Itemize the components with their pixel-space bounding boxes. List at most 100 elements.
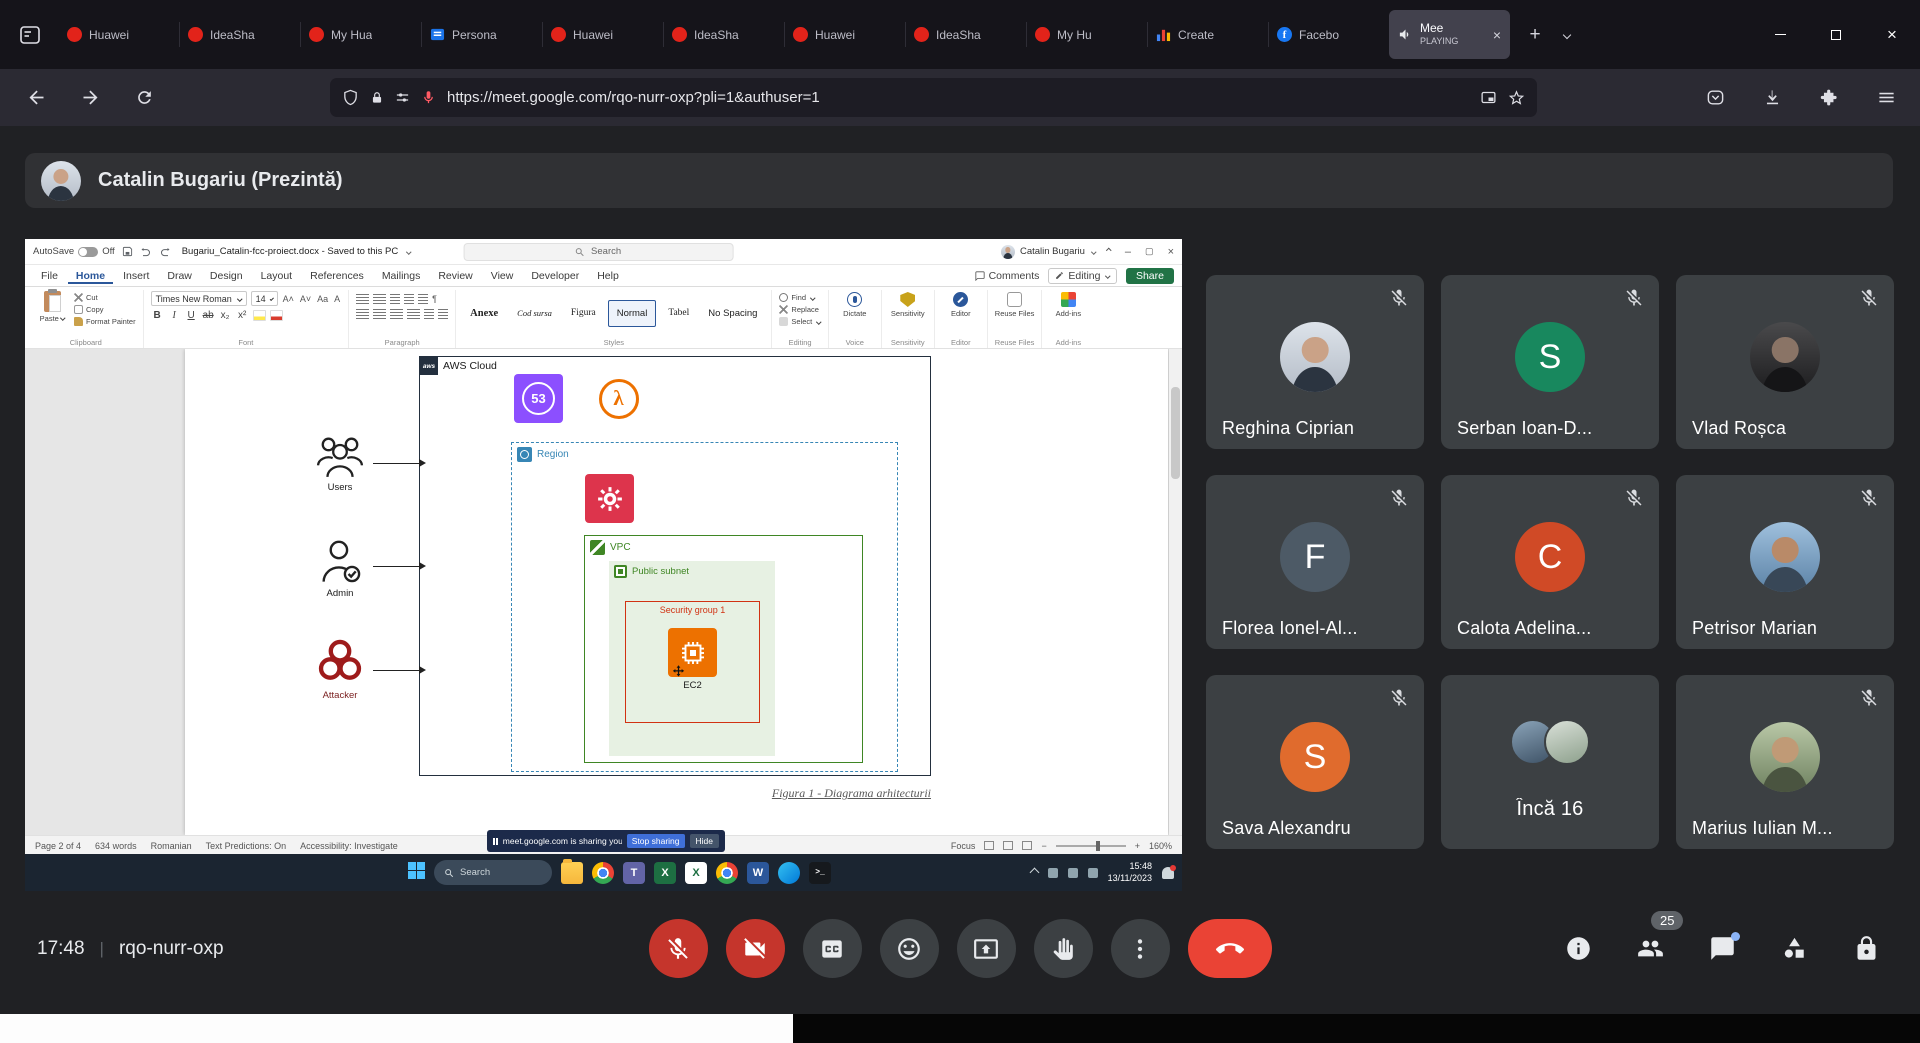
- chrome-icon[interactable]: [716, 862, 738, 884]
- menu-hamburger-icon[interactable]: [1866, 77, 1906, 117]
- zoom-in-button[interactable]: +: [1135, 841, 1140, 851]
- read-mode-icon[interactable]: [984, 841, 994, 850]
- permissions-icon[interactable]: [395, 90, 410, 105]
- end-call-button[interactable]: [1188, 919, 1272, 978]
- lock-icon[interactable]: [370, 91, 384, 105]
- addins-button[interactable]: Add-ins: [1049, 291, 1087, 335]
- redo-icon[interactable]: [159, 246, 171, 258]
- style-figura[interactable]: Figura: [564, 300, 603, 326]
- tray-expand-icon[interactable]: [1029, 868, 1039, 878]
- change-case-button[interactable]: Aa: [316, 294, 329, 304]
- style-no-spacing[interactable]: No Spacing: [701, 300, 764, 327]
- participant-tile[interactable]: C Calota Adelina...: [1441, 475, 1659, 649]
- document-scrollbar[interactable]: [1169, 349, 1182, 835]
- ribbon-tab-help[interactable]: Help: [589, 268, 627, 284]
- accessibility-status[interactable]: Accessibility: Investigate: [300, 841, 398, 851]
- browser-tab[interactable]: Huawei: [58, 10, 179, 59]
- word-minimize-button[interactable]: –: [1125, 246, 1131, 258]
- clear-formatting-button[interactable]: A: [333, 294, 341, 304]
- browser-tab[interactable]: fFacebo: [1268, 10, 1389, 59]
- new-tab-button[interactable]: +: [1518, 18, 1552, 52]
- browser-tab[interactable]: Huawei: [784, 10, 905, 59]
- autosave-toggle[interactable]: AutoSaveOff: [33, 246, 115, 257]
- window-close-button[interactable]: ×: [1864, 0, 1920, 69]
- picture-in-picture-icon[interactable]: [1480, 89, 1497, 106]
- url-bar[interactable]: https://meet.google.com/rqo-nurr-oxp?pli…: [330, 78, 1537, 117]
- reactions-button[interactable]: [880, 919, 939, 978]
- terminal-icon[interactable]: >_: [809, 862, 831, 884]
- window-restore-button[interactable]: [1808, 0, 1864, 69]
- multilevel-list-icon[interactable]: [390, 294, 400, 304]
- numbering-icon[interactable]: [373, 294, 386, 304]
- ribbon-tab-view[interactable]: View: [483, 268, 522, 284]
- participant-tile[interactable]: Marius Iulian M...: [1676, 675, 1894, 849]
- chrome-icon[interactable]: [592, 862, 614, 884]
- dictate-button[interactable]: Dictate: [836, 291, 874, 335]
- sensitivity-button[interactable]: Sensitivity: [889, 291, 927, 335]
- back-button[interactable]: [16, 77, 56, 117]
- comments-button[interactable]: Comments: [975, 270, 1040, 282]
- pilcrow-button[interactable]: ¶: [432, 294, 437, 304]
- ribbon-tab-file[interactable]: File: [33, 268, 66, 284]
- ribbon-tab-insert[interactable]: Insert: [115, 268, 157, 284]
- chat-panel-button[interactable]: [1709, 935, 1736, 962]
- notification-bell-icon[interactable]: [1162, 867, 1174, 879]
- align-center-icon[interactable]: [373, 309, 386, 319]
- file-explorer-icon[interactable]: [561, 862, 583, 884]
- line-spacing-icon[interactable]: [424, 309, 434, 319]
- style-normal-selected[interactable]: Normal: [608, 300, 657, 327]
- style-cod-sursa[interactable]: Cod sursa: [510, 300, 559, 326]
- reload-button[interactable]: [124, 77, 164, 117]
- browser-tab[interactable]: IdeaSha: [905, 10, 1026, 59]
- bold-button[interactable]: B: [151, 310, 164, 321]
- superscript-button[interactable]: x²: [236, 310, 249, 321]
- word-icon[interactable]: W: [747, 862, 769, 884]
- paste-button[interactable]: Paste: [36, 291, 68, 335]
- text-predictions[interactable]: Text Predictions: On: [206, 841, 287, 851]
- zoom-out-button[interactable]: −: [1041, 841, 1046, 851]
- participant-tile[interactable]: Petrisor Marian: [1676, 475, 1894, 649]
- windows-start-button[interactable]: [408, 862, 425, 884]
- align-right-icon[interactable]: [390, 309, 403, 319]
- shared-screen[interactable]: AutoSaveOff Bugariu_Catalin-fcc-proiect.…: [25, 239, 1182, 891]
- decrease-indent-icon[interactable]: [404, 294, 414, 304]
- ribbon-tab-developer[interactable]: Developer: [523, 268, 587, 284]
- ribbon-tab-draw[interactable]: Draw: [159, 268, 200, 284]
- word-restore-button[interactable]: ▢: [1145, 246, 1154, 257]
- downloads-icon[interactable]: [1752, 77, 1792, 117]
- tracking-protection-shield-icon[interactable]: [342, 89, 359, 106]
- forward-button[interactable]: [70, 77, 110, 117]
- grow-font-button[interactable]: A˄: [282, 294, 295, 304]
- word-account-chip[interactable]: Catalin Bugariu: [1001, 245, 1095, 259]
- participant-tile[interactable]: Vlad Roșca: [1676, 275, 1894, 449]
- browser-tab[interactable]: IdeaSha: [179, 10, 300, 59]
- web-layout-icon[interactable]: [1022, 841, 1032, 850]
- host-controls-button[interactable]: [1853, 935, 1880, 962]
- font-color-button[interactable]: [270, 310, 283, 321]
- overflow-participants-tile[interactable]: Încă 16: [1441, 675, 1659, 849]
- tray-network-icon[interactable]: [1088, 868, 1098, 878]
- save-icon[interactable]: [122, 246, 133, 257]
- teams-icon[interactable]: T: [623, 862, 645, 884]
- focus-mode-button[interactable]: Focus: [951, 841, 976, 851]
- shrink-font-button[interactable]: A˅: [299, 294, 312, 304]
- page-indicator[interactable]: Page 2 of 4: [35, 841, 81, 851]
- window-minimize-button[interactable]: [1752, 0, 1808, 69]
- captions-button[interactable]: [803, 919, 862, 978]
- copy-button[interactable]: Copy: [74, 305, 136, 314]
- participant-tile[interactable]: S Sava Alexandru: [1206, 675, 1424, 849]
- pocket-icon[interactable]: [1695, 77, 1735, 117]
- browser-tab[interactable]: Huawei: [542, 10, 663, 59]
- mic-mute-button[interactable]: [649, 919, 708, 978]
- italic-button[interactable]: I: [168, 310, 181, 321]
- select-button[interactable]: Select: [779, 317, 820, 326]
- scrollbar-thumb[interactable]: [1171, 387, 1180, 479]
- language-indicator[interactable]: Romanian: [151, 841, 192, 851]
- meeting-details-button[interactable]: [1565, 935, 1592, 962]
- ribbon-display-button[interactable]: [1105, 246, 1111, 258]
- edge-icon[interactable]: [778, 862, 800, 884]
- word-search-box[interactable]: Search: [463, 243, 733, 261]
- subscript-button[interactable]: x₂: [219, 310, 232, 321]
- format-painter-button[interactable]: Format Painter: [74, 317, 136, 326]
- taskbar-clock[interactable]: 15:4813/11/2023: [1108, 861, 1152, 884]
